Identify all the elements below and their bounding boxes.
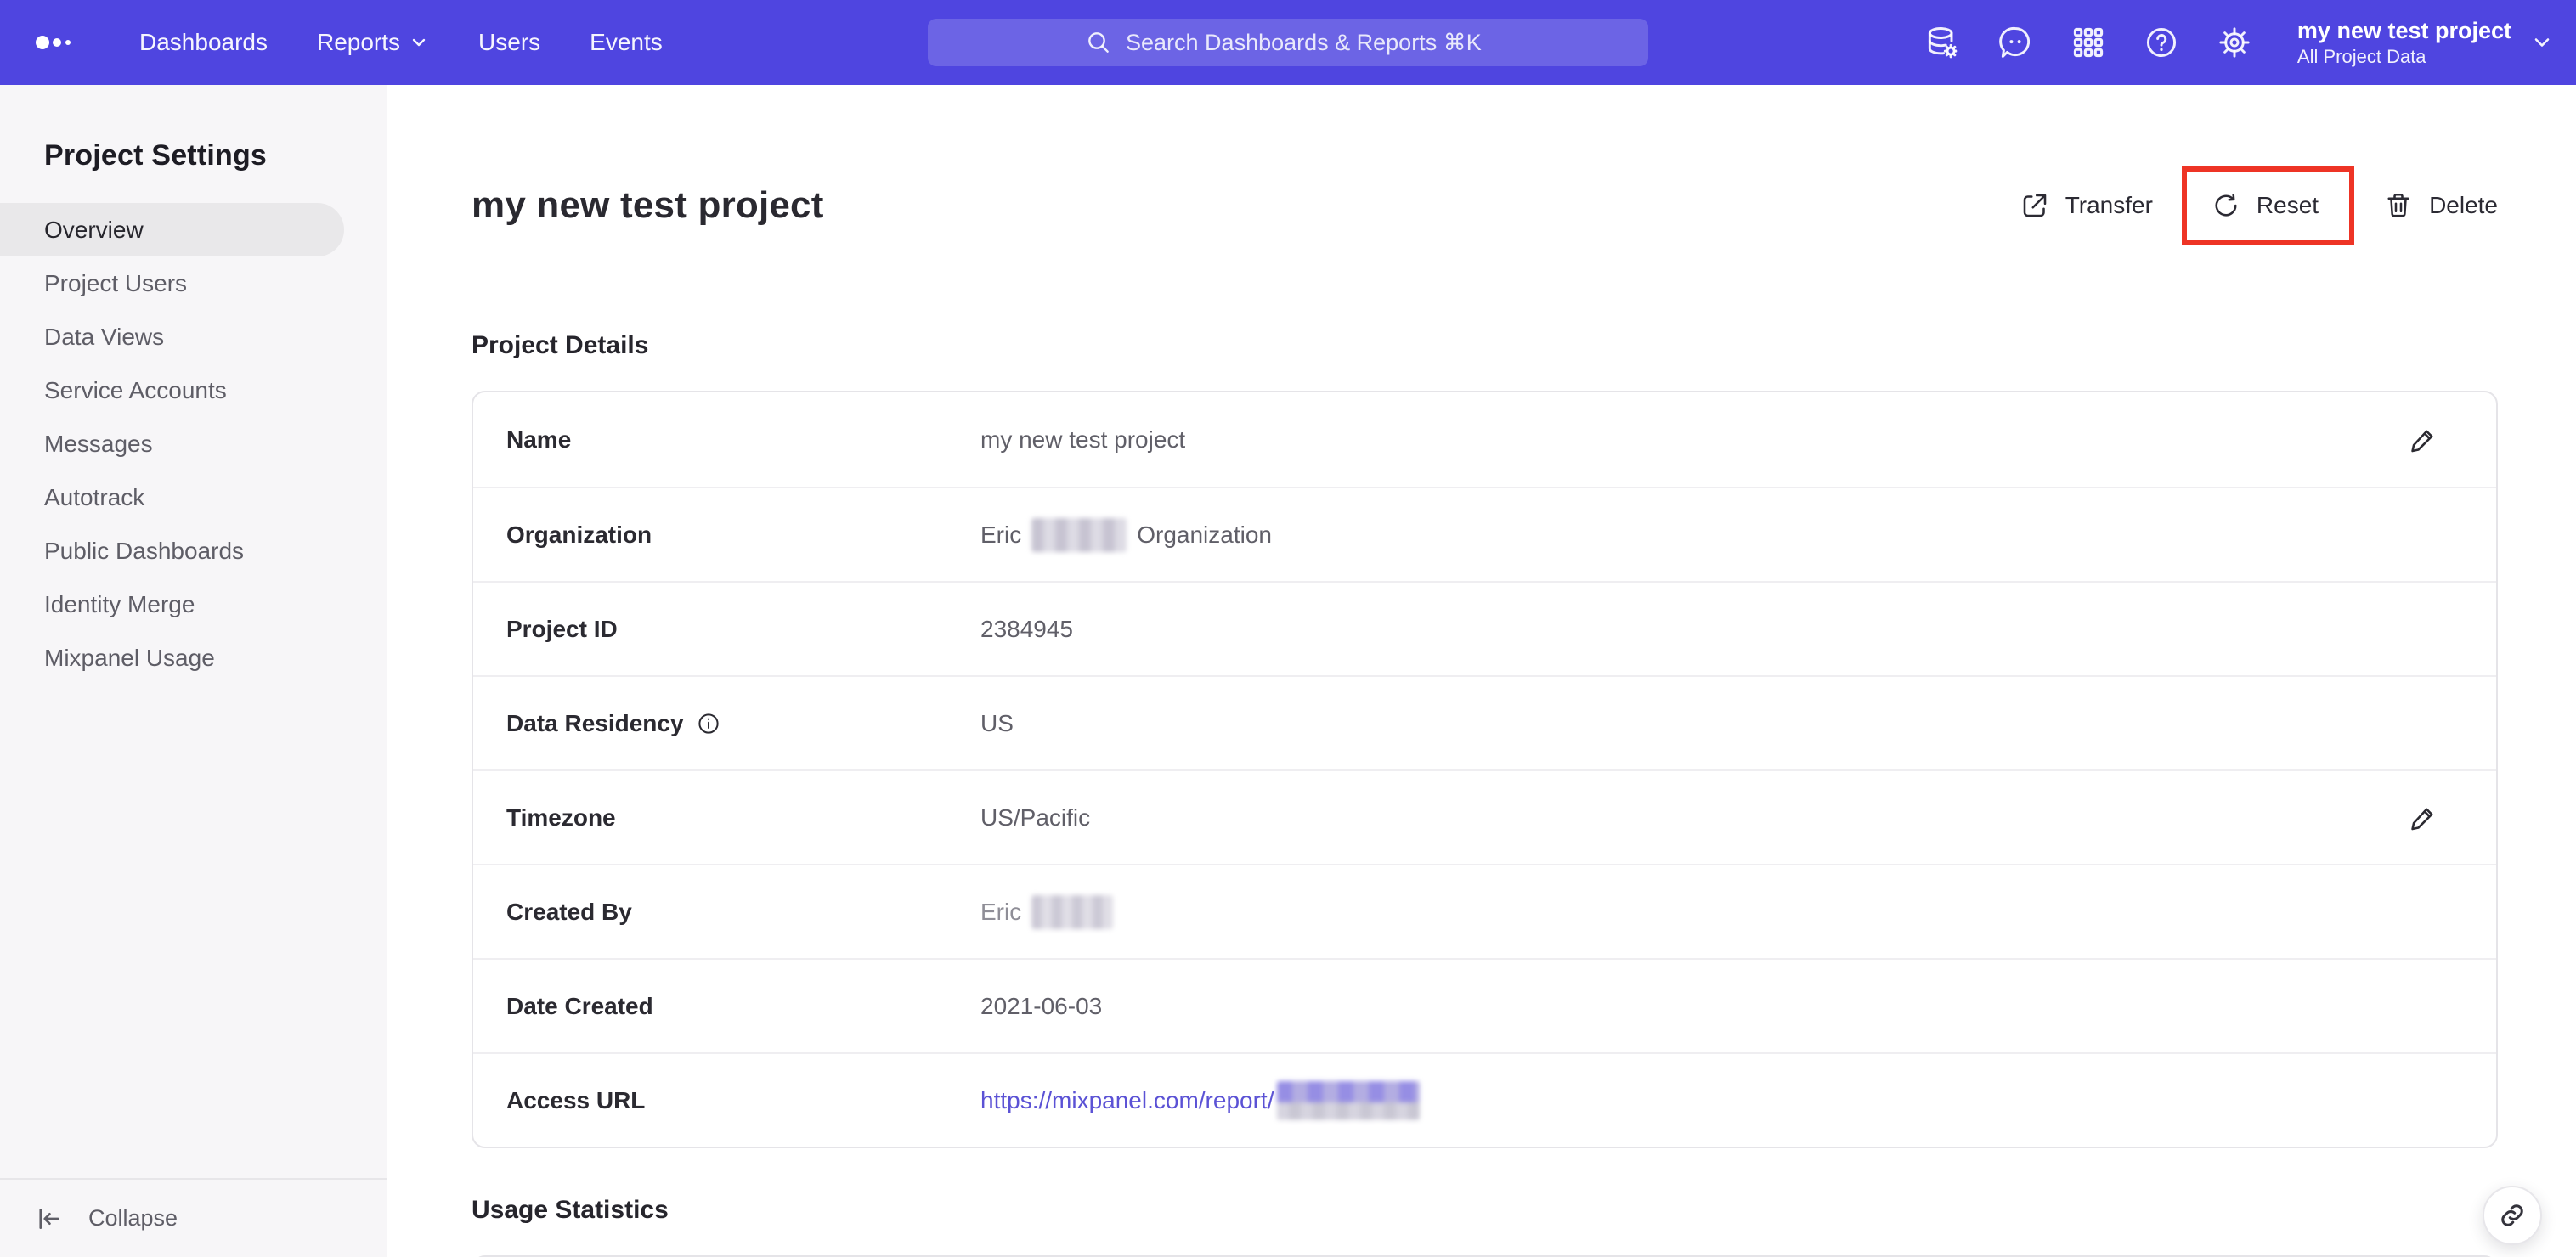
page-header: my new test project Transfer Reset Delet… — [472, 166, 2498, 245]
mixpanel-logo[interactable] — [34, 29, 85, 56]
settings-icon[interactable] — [2216, 24, 2253, 61]
transfer-button[interactable]: Transfer — [2020, 190, 2153, 221]
nav-right-cluster: my new test project All Project Data — [1924, 17, 2554, 68]
sidebar-title: Project Settings — [44, 139, 268, 172]
search-bar[interactable] — [928, 19, 1648, 66]
chevron-down-icon — [2534, 38, 2550, 47]
sidebar-item-messages[interactable]: Messages — [0, 417, 387, 471]
row-access-url: Access URL https://mixpanel.com/report/ — [473, 1052, 2496, 1147]
help-icon[interactable] — [2143, 24, 2180, 61]
sidebar-item-autotrack[interactable]: Autotrack — [0, 471, 387, 524]
row-created-by: Created By Eric — [473, 864, 2496, 958]
project-details-heading: Project Details — [472, 331, 649, 359]
current-project-scope: All Project Data — [2296, 45, 2426, 67]
row-name: Name my new test project — [473, 392, 2496, 487]
main-content: my new test project Transfer Reset Delet… — [387, 85, 2576, 1257]
project-switcher[interactable]: my new test project All Project Data — [2297, 17, 2554, 68]
mixpanel-app: Dashboards Reports Users Events Search D… — [0, 0, 2576, 1257]
mixpanel-logo-icon — [36, 36, 71, 49]
sidebar-item-project-users[interactable]: Project Users — [0, 256, 387, 310]
reset-button[interactable]: Reset — [2211, 190, 2319, 221]
usage-statistics-heading: Usage Statistics — [472, 1196, 669, 1224]
delete-button[interactable]: Delete — [2383, 190, 2498, 221]
row-timezone: Timezone US/Pacific — [473, 769, 2496, 864]
data-management-icon[interactable] — [1924, 24, 1961, 61]
primary-nav: Dashboards Reports Users Events — [139, 29, 663, 56]
chevron-down-icon — [412, 38, 426, 47]
sidebar-item-data-views[interactable]: Data Views — [0, 310, 387, 364]
pencil-icon — [2411, 430, 2433, 452]
edit-name-button[interactable] — [2404, 421, 2442, 459]
sidebar-item-service-accounts[interactable]: Service Accounts — [0, 364, 387, 417]
sidebar-item-mixpanel-usage[interactable]: Mixpanel Usage — [0, 631, 387, 685]
trash-icon — [2387, 193, 2409, 217]
row-project-id: Project ID 2384945 — [473, 581, 2496, 675]
page-title: my new test project — [472, 184, 824, 226]
search-icon — [1088, 32, 1109, 53]
share-link-button[interactable] — [2483, 1186, 2542, 1245]
link-icon — [2501, 1204, 2523, 1226]
annotation-highlight: Reset — [2181, 166, 2355, 245]
project-details-card: Name my new test project Organization Er… — [472, 391, 2498, 1148]
sidebar-item-public-dashboards[interactable]: Public Dashboards — [0, 524, 387, 578]
refresh-icon — [2215, 194, 2237, 217]
nav-users[interactable]: Users — [478, 29, 540, 56]
sidebar-item-identity-merge[interactable]: Identity Merge — [0, 578, 387, 631]
nav-dashboards[interactable]: Dashboards — [139, 29, 268, 56]
apps-grid-icon[interactable] — [2070, 24, 2107, 61]
sidebar-item-overview[interactable]: Overview — [0, 203, 344, 256]
redacted-text — [1277, 1080, 1421, 1120]
nav-reports[interactable]: Reports — [317, 29, 429, 56]
top-nav: Dashboards Reports Users Events Search D… — [0, 0, 2576, 85]
redacted-text — [1031, 517, 1127, 552]
project-actions: Transfer Reset Delete — [2020, 166, 2498, 245]
collapse-icon — [39, 1208, 59, 1229]
search-input[interactable] — [1126, 29, 1491, 56]
row-date-created: Date Created 2021-06-03 — [473, 958, 2496, 1052]
redacted-text — [1031, 894, 1114, 929]
edit-timezone-button[interactable] — [2404, 799, 2442, 837]
current-project-name: my new test project — [2296, 17, 2511, 43]
external-link-icon — [2023, 194, 2046, 217]
collapse-button[interactable]: Collapse — [0, 1178, 387, 1257]
collapse-label: Collapse — [88, 1205, 178, 1231]
access-url-link[interactable]: https://mixpanel.com/report/ — [980, 1087, 1274, 1114]
info-icon[interactable] — [696, 711, 721, 736]
sidebar-menu: Overview Project Users Data Views Servic… — [0, 203, 387, 685]
support-chat-icon[interactable] — [1997, 24, 2034, 61]
row-organization: Organization Eric Organization — [473, 487, 2496, 581]
nav-events[interactable]: Events — [590, 29, 663, 56]
sidebar: Project Settings Overview Project Users … — [0, 85, 387, 1257]
row-data-residency: Data Residency US — [473, 675, 2496, 769]
pencil-icon — [2411, 808, 2433, 830]
